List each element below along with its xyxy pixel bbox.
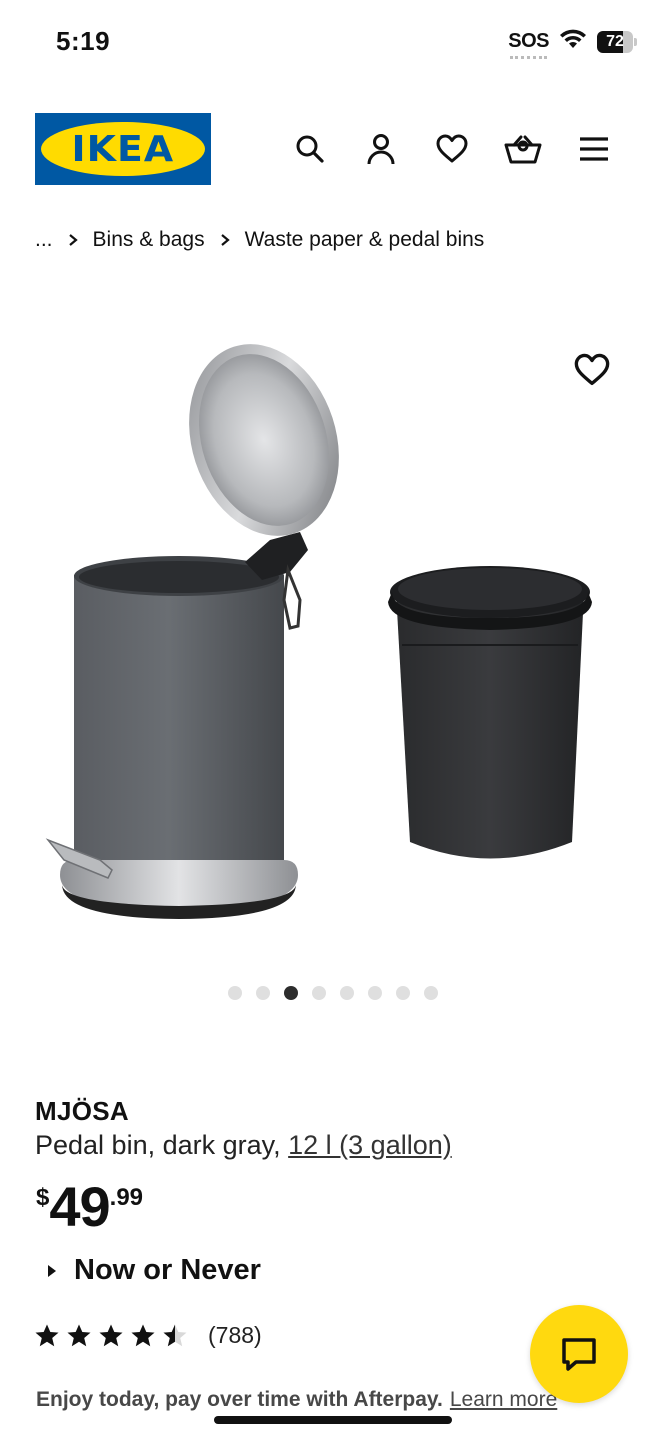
add-to-wishlist-icon[interactable]: [573, 352, 611, 390]
chat-icon: [562, 1338, 596, 1371]
carousel-dot[interactable]: [227, 986, 242, 1000]
logo-text: IKEA: [71, 128, 175, 170]
product-image: [45, 344, 592, 919]
breadcrumb-ellipsis[interactable]: ...: [35, 228, 53, 252]
product-description-text: Pedal bin, dark gray,: [35, 1130, 289, 1160]
carousel-dot[interactable]: [339, 986, 354, 1000]
afterpay-banner: Enjoy today, pay over time with Afterpay…: [36, 1388, 557, 1412]
afterpay-text: Enjoy today, pay over time with Afterpay…: [36, 1388, 443, 1411]
chat-button[interactable]: [530, 1305, 628, 1403]
status-indicators: SOS 72: [508, 28, 637, 59]
ikea-logo[interactable]: IKEA: [35, 113, 211, 185]
rating-stars: [34, 1323, 188, 1349]
search-icon[interactable]: [289, 128, 331, 170]
star-half-icon: [162, 1323, 188, 1349]
star-full-icon: [34, 1323, 60, 1349]
battery-icon: 72: [597, 30, 637, 53]
breadcrumb-waste-paper-pedal-bins[interactable]: Waste paper & pedal bins: [245, 228, 485, 252]
carousel-indicator: [0, 986, 665, 1000]
price-currency: $: [36, 1184, 50, 1211]
star-full-icon: [130, 1323, 156, 1349]
carousel-dot[interactable]: [283, 986, 298, 1000]
carousel-dot[interactable]: [311, 986, 326, 1000]
star-full-icon: [98, 1323, 124, 1349]
product-price: $ 49 .99: [36, 1178, 143, 1236]
product-size-link[interactable]: 12 l (3 gallon): [288, 1130, 452, 1160]
battery-level: 72: [597, 30, 633, 53]
carousel-dot[interactable]: [255, 986, 270, 1000]
chevron-right-icon: [68, 233, 78, 247]
promo-label: Now or Never: [74, 1254, 261, 1286]
product-rating[interactable]: (788): [34, 1322, 262, 1349]
sos-indicator: SOS: [508, 30, 549, 59]
cart-icon[interactable]: [502, 128, 544, 170]
chevron-right-icon: [220, 233, 230, 247]
price-decimal: .99: [109, 1184, 144, 1211]
carousel-dot[interactable]: [395, 986, 410, 1000]
afterpay-learn-more-link[interactable]: Learn more: [450, 1388, 557, 1411]
site-header: IKEA: [0, 112, 665, 186]
status-bar: 5:19 SOS 72: [0, 0, 665, 80]
header-actions: [289, 128, 615, 170]
wishlist-icon[interactable]: [431, 128, 473, 170]
breadcrumb: ... Bins & bags Waste paper & pedal bins: [35, 228, 484, 252]
promo-disclosure[interactable]: Now or Never: [48, 1254, 261, 1287]
disclosure-triangle-icon: [48, 1264, 56, 1277]
carousel-dot[interactable]: [423, 986, 438, 1000]
star-full-icon: [66, 1323, 92, 1349]
wifi-icon: [559, 28, 587, 55]
status-time: 5:19: [56, 26, 111, 56]
breadcrumb-bins-bags[interactable]: Bins & bags: [93, 228, 205, 252]
price-integer: 49: [49, 1175, 110, 1238]
account-icon[interactable]: [360, 128, 402, 170]
product-image-carousel[interactable]: [0, 300, 665, 960]
product-name: MJÖSA: [35, 1096, 129, 1126]
menu-icon[interactable]: [573, 128, 615, 170]
review-count: (788): [208, 1322, 262, 1348]
home-indicator: [214, 1416, 452, 1424]
carousel-dot[interactable]: [367, 986, 382, 1000]
product-description: Pedal bin, dark gray, 12 l (3 gallon): [35, 1130, 452, 1161]
